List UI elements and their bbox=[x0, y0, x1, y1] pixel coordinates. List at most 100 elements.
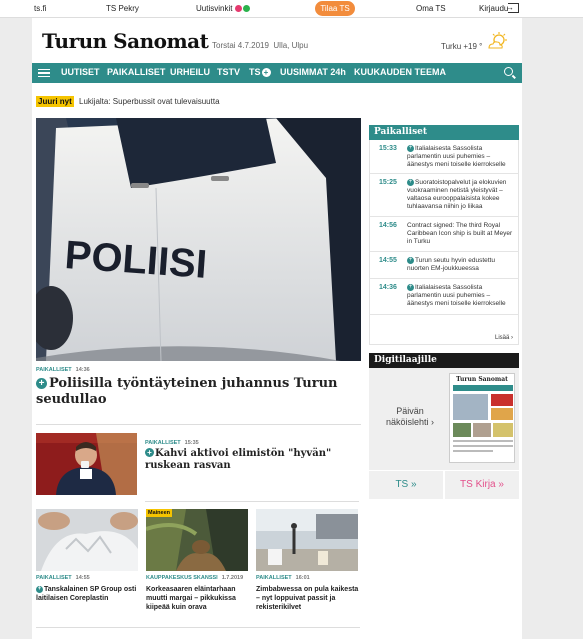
plus-icon: + bbox=[407, 145, 414, 152]
sidebar-item-label: Contract signed: The third Royal Caribbe… bbox=[407, 222, 513, 245]
card1-time: 14:55 bbox=[75, 575, 90, 581]
pekry-link[interactable]: TS Pekry bbox=[106, 4, 139, 13]
article2-title-text: Kahvi aktivoi elimistön "hyvän" ruskean … bbox=[145, 448, 332, 471]
sidebar-item-time: 15:33 bbox=[379, 145, 397, 152]
hero-meta: PAIKALLISET 14:36 bbox=[36, 367, 90, 373]
police-car-image: POLIISI bbox=[36, 118, 361, 361]
ts-plus-button[interactable]: TS » bbox=[369, 471, 443, 499]
plus-icon: + bbox=[261, 68, 271, 78]
sidebar-item-label: Suoratoistopalvelut ja elokuvien vuokraa… bbox=[407, 179, 507, 210]
sidebar-item-time: 14:55 bbox=[379, 257, 397, 264]
login-arrow-icon: → bbox=[505, 2, 514, 12]
nameday-text: Ulla, Ulpu bbox=[273, 41, 309, 50]
sun-cloud-icon bbox=[488, 32, 507, 49]
nav-urheilu[interactable]: URHEILU bbox=[170, 67, 210, 77]
juuri-nyt-link[interactable]: Lukijalta: Superbussit ovat tulevaisuutt… bbox=[79, 97, 220, 106]
divider bbox=[145, 501, 359, 502]
sidebar-item-text: + Suoratoistopalvelut ja elokuvien vuokra… bbox=[407, 179, 517, 211]
divider bbox=[369, 251, 519, 252]
plus-icon: + bbox=[407, 257, 414, 264]
card2-meta: KAUPPAKESKUS SKANSSI 1.7.2019 bbox=[146, 575, 243, 581]
sidebar-item-label: Turun seutu hyvin edustettu nuorten EM-j… bbox=[407, 257, 495, 272]
divider bbox=[369, 278, 519, 279]
sidebar-item[interactable]: 14:56 Contract signed: The third Royal C… bbox=[369, 222, 519, 248]
main-nav: UUTISET PAIKALLISET URHEILU TSTV TS + UUS… bbox=[32, 63, 522, 83]
plus-icon: + bbox=[407, 284, 414, 291]
divider bbox=[369, 216, 519, 217]
plus-icon: + bbox=[407, 179, 414, 186]
card1-headline[interactable]: + Tanskalainen SP Group osti laitilaisen … bbox=[36, 585, 141, 603]
sponsored-badge: Maineen bbox=[146, 509, 173, 517]
card1-title-text: Tanskalainen SP Group osti laitilaisen C… bbox=[36, 586, 137, 602]
sidebar-item-text: + Italialaisesta Sassolista parlamentin u… bbox=[407, 284, 517, 308]
paper-logo: Turun Sanomat bbox=[456, 376, 508, 383]
messenger-icon bbox=[235, 5, 243, 13]
article2-time: 15:35 bbox=[184, 440, 199, 446]
card-image-cat[interactable] bbox=[146, 509, 248, 571]
hero-category[interactable]: PAIKALLISET bbox=[36, 367, 72, 373]
sidebar-item-text: + Italialaisesta Sassolista parlamentin u… bbox=[407, 145, 517, 169]
weather-text: Turku +19 ° bbox=[441, 42, 483, 51]
coffee-image[interactable] bbox=[36, 433, 137, 495]
card-image-plastic[interactable] bbox=[36, 509, 138, 571]
epaper-thumbnail[interactable]: Turun Sanomat bbox=[449, 373, 515, 463]
paper-content-graphic bbox=[453, 385, 513, 452]
card1-meta: PAIKALLISET 14:55 bbox=[36, 575, 90, 581]
sidebar-item[interactable]: 14:55 + Turun seutu hyvin edustettu nuort… bbox=[369, 257, 519, 275]
tips-link[interactable]: Uutisvinkit bbox=[196, 4, 251, 13]
nav-ts-plus[interactable]: TS + bbox=[249, 67, 271, 78]
card3-category[interactable]: PAIKALLISET bbox=[256, 575, 292, 581]
nav-uutiset[interactable]: UUTISET bbox=[61, 67, 100, 77]
card3-meta: PAIKALLISET 16:01 bbox=[256, 575, 310, 581]
divider bbox=[36, 627, 360, 628]
site-logo[interactable]: Turun Sanomat bbox=[42, 29, 209, 53]
top-bar: ts.fi TS Pekry Uutisvinkit Tilaa TS Oma … bbox=[0, 0, 583, 18]
card1-category[interactable]: PAIKALLISET bbox=[36, 575, 72, 581]
epaper-link[interactable]: Päivän näköislehti › bbox=[375, 406, 445, 428]
tips-label: Uutisvinkit bbox=[196, 4, 233, 13]
nav-uusimmat[interactable]: UUSIMMAT 24h bbox=[280, 67, 346, 77]
sidebar-item[interactable]: 15:25 + Suoratoistopalvelut ja elokuvien … bbox=[369, 179, 519, 213]
ts-kirja-button[interactable]: TS Kirja » bbox=[445, 471, 519, 499]
sidebar-item[interactable]: 15:33 + Italialaisesta Sassolista parlame… bbox=[369, 145, 519, 171]
sidebar-title[interactable]: Paikalliset bbox=[369, 125, 519, 140]
home-link[interactable]: ts.fi bbox=[34, 4, 46, 13]
card2-time: 1.7.2019 bbox=[221, 575, 244, 581]
sidebar-item-label: Italialaisesta Sassolista parlamentin uu… bbox=[407, 145, 506, 168]
card-image-street[interactable] bbox=[256, 509, 358, 571]
hero-headline[interactable]: + Poliisilla työntäyteinen juhannus Turun… bbox=[36, 376, 366, 408]
sidebar-item-label: Italialaisesta Sassolista parlamentin uu… bbox=[407, 284, 506, 307]
login-link[interactable]: Kirjaudu bbox=[479, 4, 508, 13]
more-link[interactable]: Lisää › bbox=[495, 335, 513, 341]
date-text: Torstai 4.7.2019 bbox=[212, 41, 269, 50]
divider bbox=[36, 424, 361, 425]
plus-icon: + bbox=[36, 378, 47, 389]
nav-kuukauden-teema[interactable]: KUUKAUDEN TEEMA bbox=[354, 67, 446, 77]
sidebar-item-text: + Turun seutu hyvin edustettu nuorten EM-… bbox=[407, 257, 517, 273]
nav-ts-label: TS bbox=[249, 67, 261, 77]
card3-time: 16:01 bbox=[295, 575, 310, 581]
article2-category[interactable]: PAIKALLISET bbox=[145, 440, 181, 446]
oma-ts-link[interactable]: Oma TS bbox=[416, 4, 446, 13]
digi-title: Digitilaajille bbox=[369, 353, 519, 368]
nav-tstv[interactable]: TSTV bbox=[217, 67, 240, 77]
card2-category[interactable]: KAUPPAKESKUS SKANSSI bbox=[146, 575, 218, 581]
divider bbox=[369, 173, 519, 174]
nav-paikalliset[interactable]: PAIKALLISET bbox=[107, 67, 165, 77]
plus-icon: + bbox=[145, 448, 154, 457]
sidebar-item-time: 15:25 bbox=[379, 179, 397, 186]
card2-headline[interactable]: Korkeasaaren eläintarhaan muutti margai … bbox=[146, 585, 251, 612]
card3-headline[interactable]: Zimbabwessa on pula kaikesta – nyt loppu… bbox=[256, 585, 361, 612]
sidebar-item-time: 14:56 bbox=[379, 222, 397, 229]
hero-image[interactable]: POLIISI bbox=[36, 118, 361, 361]
hero-title-text: Poliisilla työntäyteinen juhannus Turun … bbox=[36, 376, 338, 407]
juuri-nyt-badge: Juuri nyt bbox=[36, 96, 74, 107]
subscribe-button[interactable]: Tilaa TS bbox=[315, 1, 355, 16]
search-icon[interactable] bbox=[504, 67, 513, 76]
article2-meta: PAIKALLISET 15:35 bbox=[145, 440, 199, 446]
menu-icon[interactable] bbox=[38, 69, 50, 77]
sidebar-item-time: 14:36 bbox=[379, 284, 397, 291]
whatsapp-icon bbox=[243, 5, 251, 13]
article2-headline[interactable]: + Kahvi aktivoi elimistön "hyvän" ruskean… bbox=[145, 448, 360, 472]
sidebar-item[interactable]: 14:36 + Italialaisesta Sassolista parlame… bbox=[369, 284, 519, 310]
